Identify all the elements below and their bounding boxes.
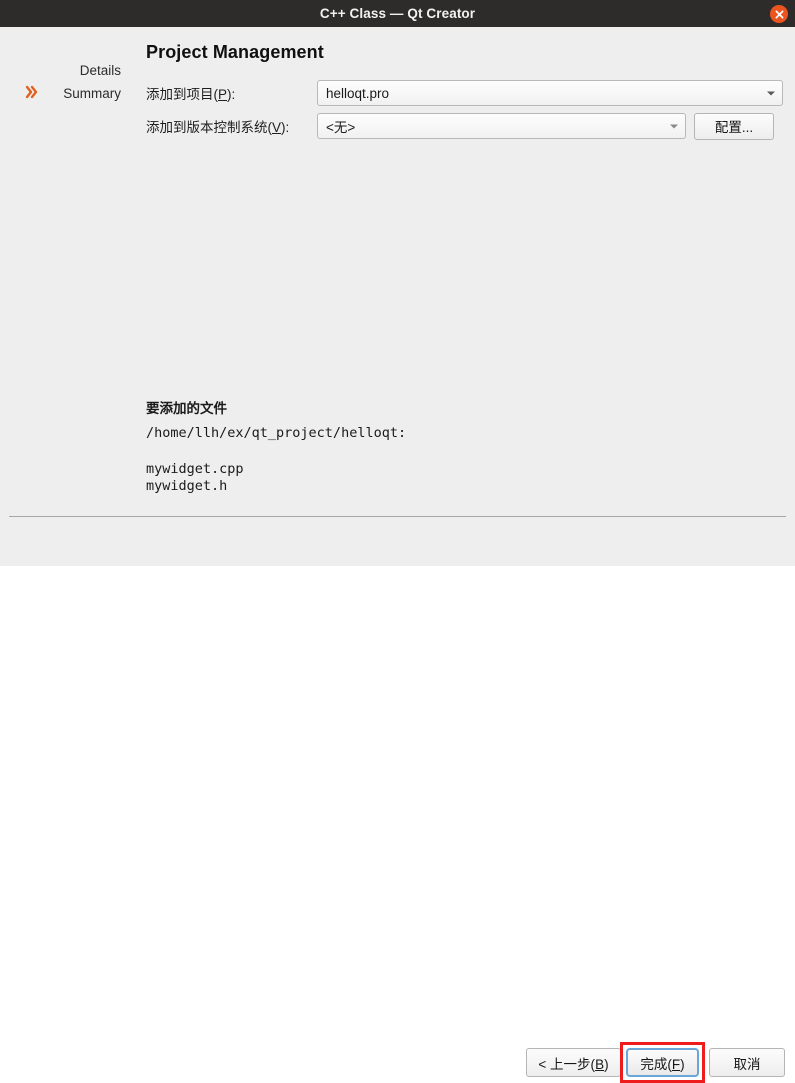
files-to-add-list: mywidget.cpp mywidget.h [146, 461, 244, 495]
dialog-window: C++ Class — Qt Creator Details Summary P… [0, 0, 795, 1083]
chevron-down-icon [663, 123, 685, 130]
cancel-button[interactable]: 取消 [709, 1048, 785, 1077]
back-button-label: < 上一步(B) [538, 1056, 609, 1072]
cancel-button-label: 取消 [733, 1056, 761, 1072]
window-title: C++ Class — Qt Creator [319, 6, 476, 21]
wizard-main-panel: Project Management 添加到项目(P): helloqt.pro… [132, 27, 795, 516]
add-to-project-combobox[interactable]: helloqt.pro [317, 80, 783, 106]
close-icon [775, 10, 783, 18]
list-item: mywidget.cpp [146, 461, 244, 477]
add-to-vcs-value: <无> [326, 120, 356, 135]
finish-button-label: 完成(F) [640, 1056, 685, 1072]
dialog-footer: < 上一步(B) 完成(F) 取消 [0, 517, 795, 1083]
dialog-body: Details Summary Project Management 添加到项目… [0, 27, 795, 516]
sidebar-item-summary[interactable]: Summary [0, 83, 132, 103]
titlebar: C++ Class — Qt Creator [0, 0, 795, 27]
list-item: mywidget.h [146, 478, 228, 494]
add-to-vcs-label: 添加到版本控制系统(V): [146, 120, 290, 135]
form-row-add-to-vcs: 添加到版本控制系统(V): <无> 配置... [146, 112, 794, 140]
close-button[interactable] [770, 5, 788, 23]
add-to-vcs-combobox[interactable]: <无> [317, 113, 686, 139]
configure-button-label: 配置... [714, 120, 754, 135]
files-target-path: /home/llh/ex/qt_project/helloqt: [146, 425, 407, 441]
add-to-project-value: helloqt.pro [326, 85, 390, 101]
files-to-add-heading: 要添加的文件 [146, 401, 227, 416]
wizard-sidebar: Details Summary [0, 27, 132, 516]
finish-button-annotated: 完成(F) [620, 1042, 705, 1083]
sidebar-item-details[interactable]: Details [0, 60, 132, 80]
double-chevron-right-icon [26, 85, 38, 99]
sidebar-item-summary-label: Summary [63, 85, 121, 101]
add-to-project-label: 添加到项目(P): [146, 87, 236, 102]
finish-button[interactable]: 完成(F) [626, 1048, 699, 1077]
configure-button[interactable]: 配置... [694, 112, 774, 140]
chevron-down-icon [760, 90, 782, 97]
back-button[interactable]: < 上一步(B) [526, 1048, 621, 1077]
form-row-add-to-project: 添加到项目(P): helloqt.pro [146, 80, 794, 106]
sidebar-item-details-label: Details [79, 62, 121, 78]
page-title: Project Management [146, 42, 324, 62]
